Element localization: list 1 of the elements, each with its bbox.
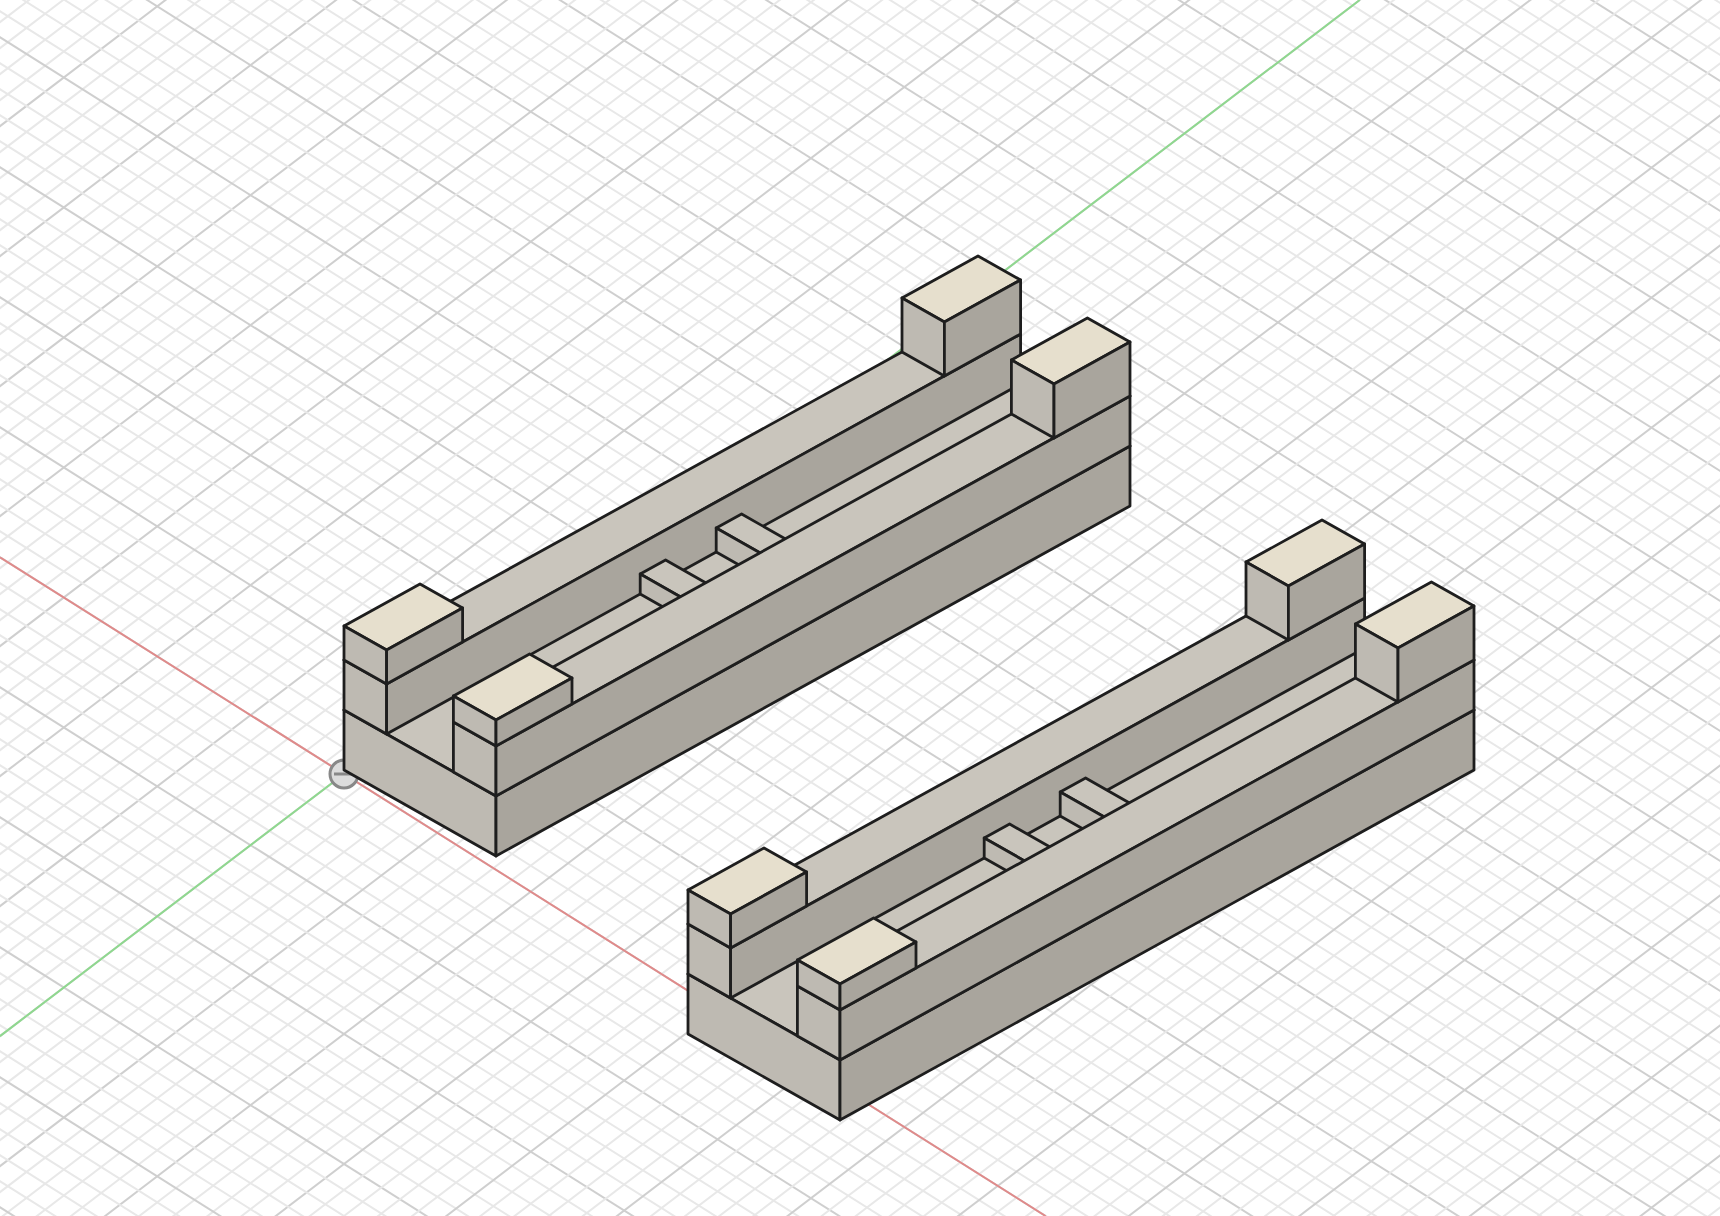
part-drawing[interactable] [686,518,1476,1122]
